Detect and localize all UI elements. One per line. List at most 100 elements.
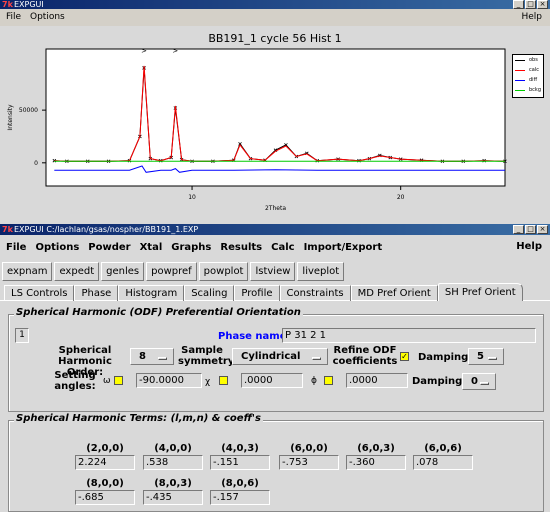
x-axis-label: 2Theta (265, 205, 286, 212)
menu-file[interactable]: File (6, 242, 26, 253)
coeff-field[interactable]: 2.224 (75, 455, 135, 470)
plot-area (45, 48, 506, 187)
phase-number: 1 (15, 328, 29, 343)
sh-term: (6,0,3) -.360 (346, 443, 406, 470)
expgui-titlebar: 7k EXPGUI C:/lachlan/gsas/nospher/BB191_… (0, 224, 550, 235)
sample-symmetry-label: Sample symmetry: (178, 345, 239, 367)
legend-label: bckg (529, 87, 541, 93)
tk-icon: 7k (2, 225, 13, 234)
phi-field[interactable]: .0000 (346, 373, 408, 388)
y-axis-label: Intensity (7, 104, 14, 131)
close-button[interactable]: × (537, 0, 548, 9)
coeff-field[interactable]: -.360 (346, 455, 406, 470)
menu-import-export[interactable]: Import/Export (304, 242, 383, 253)
legend-entry-diff: diff (515, 77, 545, 84)
sh-term: (8,0,0) -.685 (75, 478, 135, 505)
legend-entry-bckg: bckg (515, 87, 545, 94)
lstview-button[interactable]: lstview (250, 262, 296, 281)
x-tick-label: 10 (188, 194, 196, 201)
tab-sh-pref-orient[interactable]: SH Pref Orient (437, 283, 523, 301)
coeff-field[interactable]: -.157 (210, 490, 270, 505)
powplot-button[interactable]: powplot (198, 262, 249, 281)
menu-options[interactable]: Options (35, 242, 79, 253)
refine-odf-label: Refine ODF coefficients (332, 345, 398, 367)
y-tick-label: 50000 (19, 107, 38, 114)
sh-term: (6,0,0) -.753 (279, 443, 339, 470)
menu-results[interactable]: Results (220, 242, 262, 253)
tab-ls-controls[interactable]: LS Controls (4, 285, 75, 301)
peak-marker: > (141, 47, 147, 55)
tab-scaling[interactable]: Scaling (184, 285, 235, 301)
coeff-field[interactable]: -.753 (279, 455, 339, 470)
sh-term: (6,0,6) .078 (413, 443, 473, 470)
expnam-button[interactable]: expnam (2, 262, 53, 281)
omega-refine-checkbox[interactable] (114, 376, 123, 385)
phi-symbol: ϕ (311, 376, 317, 386)
sh-term: (8,0,3) -.435 (143, 478, 203, 505)
omega-field[interactable]: -90.0000 (136, 373, 202, 388)
phi-refine-checkbox[interactable] (324, 376, 333, 385)
chart-legend: obs calc diff bckg (512, 54, 544, 98)
plot-window: 7k EXPGUI _ □ × File Options Help BB191_… (0, 0, 550, 220)
legend-swatch (515, 70, 525, 71)
legend-entry-calc: calc (515, 67, 545, 74)
liveplot-button[interactable]: liveplot (297, 262, 345, 281)
damping-label-1: Damping (418, 352, 469, 363)
menu-file[interactable]: File (6, 9, 21, 25)
menu-calc[interactable]: Calc (271, 242, 294, 253)
damping-menu-1[interactable]: 5 (468, 348, 504, 365)
y-tick-label: 0 (34, 160, 38, 167)
setting-angles-label: Setting angles: (54, 370, 96, 392)
sh-terms-group-title: Spherical Harmonic Terms: (l,m,n) & coef… (14, 413, 263, 424)
tab-histogram[interactable]: Histogram (118, 285, 185, 301)
coeff-field[interactable]: -.685 (75, 490, 135, 505)
maximize-button[interactable]: □ (525, 0, 536, 9)
close-button[interactable]: × (537, 225, 548, 234)
coeff-field[interactable]: -.435 (143, 490, 203, 505)
sh-term: (4,0,3) -.151 (210, 443, 270, 470)
tab-profile[interactable]: Profile (234, 285, 280, 301)
sh-term: (2,0,0) 2.224 (75, 443, 135, 470)
damping-menu-2[interactable]: 0 (462, 373, 496, 390)
minimize-button[interactable]: _ (513, 225, 524, 234)
phase-name-field[interactable]: P 31 2 1 (282, 328, 536, 343)
genles-button[interactable]: genles (101, 262, 145, 281)
legend-label: diff (529, 77, 538, 83)
legend-label: calc (529, 67, 539, 73)
menu-graphs[interactable]: Graphs (171, 242, 211, 253)
legend-swatch (515, 90, 525, 91)
plot-window-title: EXPGUI (14, 0, 44, 9)
sh-order-menu[interactable]: 8 (130, 348, 174, 365)
menu-help[interactable]: Help (521, 9, 542, 25)
coeff-field[interactable]: .078 (413, 455, 473, 470)
tab-phase[interactable]: Phase (74, 285, 119, 301)
legend-swatch (515, 60, 525, 61)
odf-group-title: Spherical Harmonic (ODF) Preferential Or… (14, 307, 303, 318)
x-tick-label: 20 (397, 194, 405, 201)
tab-md-pref-orient[interactable]: MD Pref Orient (350, 285, 438, 301)
maximize-button[interactable]: □ (525, 225, 536, 234)
expedt-button[interactable]: expedt (54, 262, 100, 281)
coeff-field[interactable]: .538 (143, 455, 203, 470)
refine-odf-checkbox[interactable]: ✓ (400, 352, 409, 361)
powpref-button[interactable]: powpref (146, 262, 197, 281)
phase-name-label: Phase name: (218, 331, 291, 342)
damping-label-2: Damping (412, 376, 463, 387)
chi-field[interactable]: .0000 (241, 373, 303, 388)
plot-window-titlebar: 7k EXPGUI _ □ × (0, 0, 550, 9)
coeff-field[interactable]: -.151 (210, 455, 270, 470)
menu-xtal[interactable]: Xtal (140, 242, 163, 253)
sample-symmetry-menu[interactable]: Cylindrical (232, 348, 328, 365)
minimize-button[interactable]: _ (513, 0, 524, 9)
tab-constraints[interactable]: Constraints (279, 285, 351, 301)
legend-entry-obs: obs (515, 57, 545, 64)
legend-swatch (515, 80, 525, 81)
sh-term: (8,0,6) -.157 (210, 478, 270, 505)
menu-help[interactable]: Help (516, 241, 542, 252)
toolbar: expnam expedt genles powpref powplot lst… (2, 262, 345, 282)
menu-powder[interactable]: Powder (88, 242, 130, 253)
menu-options[interactable]: Options (30, 9, 65, 25)
omega-symbol: ω (103, 376, 111, 386)
legend-label: obs (529, 57, 538, 63)
chi-refine-checkbox[interactable] (219, 376, 228, 385)
